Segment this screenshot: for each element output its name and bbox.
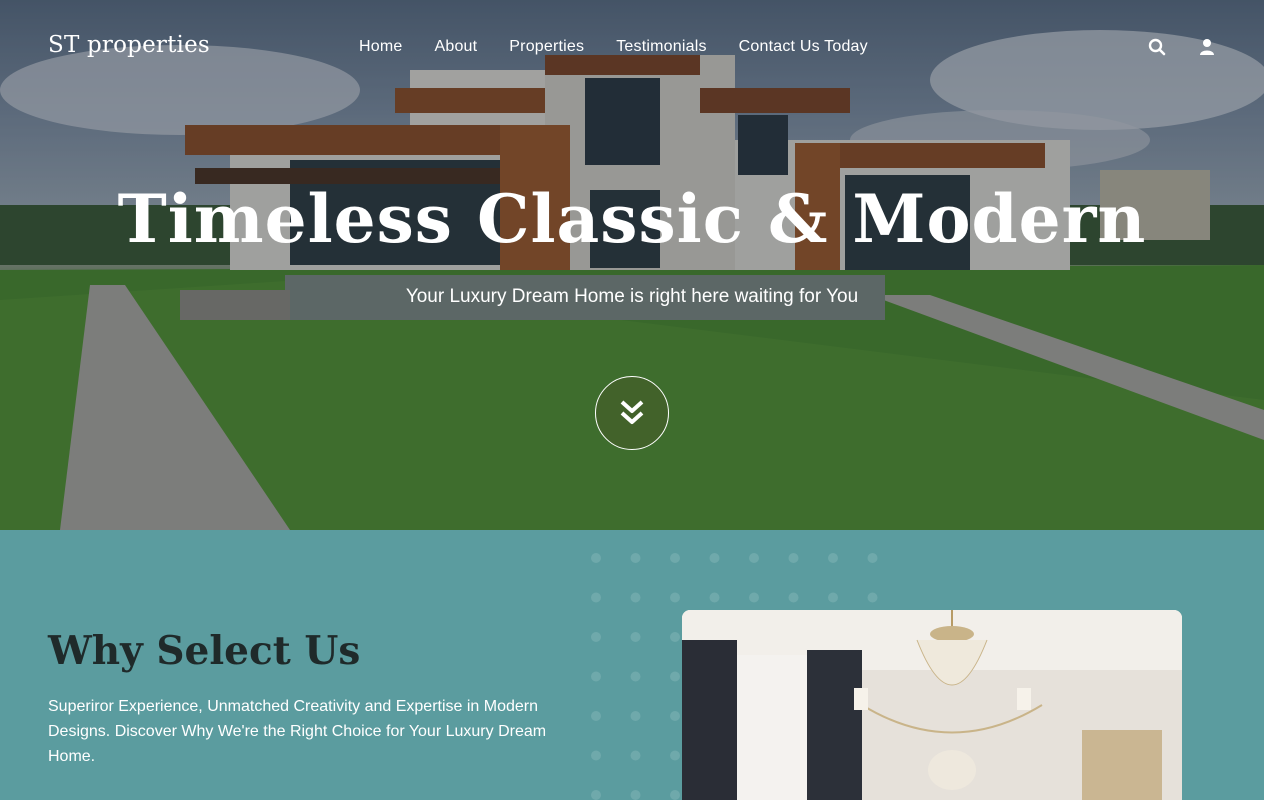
decoration-dot (630, 632, 641, 642)
decoration-dot (591, 592, 601, 603)
nav-link-testimonials[interactable]: Testimonials (616, 38, 706, 56)
decoration-dot (591, 790, 601, 800)
nav-link-properties[interactable]: Properties (509, 38, 584, 56)
double-chevron-down-icon (620, 400, 644, 424)
decoration-dot (591, 671, 601, 682)
decoration-dot (670, 592, 680, 603)
decoration-dot (591, 632, 601, 642)
nav-icon-group (1148, 38, 1216, 56)
why-select-us-section: Why Select Us Superiror Experience, Unma… (0, 530, 1264, 800)
nav-link-home[interactable]: Home (359, 38, 402, 56)
decoration-dot (630, 592, 641, 603)
decoration-dot (749, 553, 759, 563)
decoration-dot (630, 553, 641, 563)
section-description: Superiror Experience, Unmatched Creativi… (48, 698, 547, 765)
nav-link-contact[interactable]: Contact Us Today (739, 38, 868, 56)
decoration-dot (670, 750, 680, 761)
top-navbar: ST properties Home About Properties Test… (0, 0, 1264, 95)
hero-subtitle: Your Luxury Dream Home is right here wai… (405, 286, 859, 307)
decoration-dot (867, 592, 878, 603)
nav-link-about[interactable]: About (434, 38, 477, 56)
section-title: Why Select Us (48, 628, 361, 674)
decoration-dot (670, 553, 680, 563)
decoration-dot (630, 711, 641, 721)
decoration-dot (630, 790, 641, 800)
interior-chandelier-image (682, 610, 1182, 800)
decoration-dot (867, 553, 878, 563)
decoration-dot (788, 553, 799, 563)
decoration-dot (828, 553, 838, 563)
decoration-dot (670, 790, 680, 800)
decoration-dot (828, 592, 838, 603)
search-icon[interactable] (1148, 38, 1166, 56)
decoration-dot (670, 671, 680, 682)
decoration-dot (709, 592, 720, 603)
decoration-dot (670, 632, 680, 642)
hero-title: Timeless Classic & Modern (117, 180, 1147, 258)
decoration-dot (591, 553, 601, 563)
decoration-dot (670, 711, 680, 721)
decoration-dot (749, 592, 759, 603)
hero-banner: ST properties Home About Properties Test… (0, 0, 1264, 530)
user-icon[interactable] (1198, 38, 1216, 56)
decoration-dot (788, 592, 799, 603)
main-menu: Home About Properties Testimonials Conta… (359, 38, 868, 56)
decoration-dot (630, 671, 641, 682)
scroll-down-button[interactable] (595, 376, 669, 450)
decoration-dot (630, 750, 641, 761)
site-logo[interactable]: ST properties (48, 32, 210, 58)
decoration-dot (709, 553, 720, 563)
